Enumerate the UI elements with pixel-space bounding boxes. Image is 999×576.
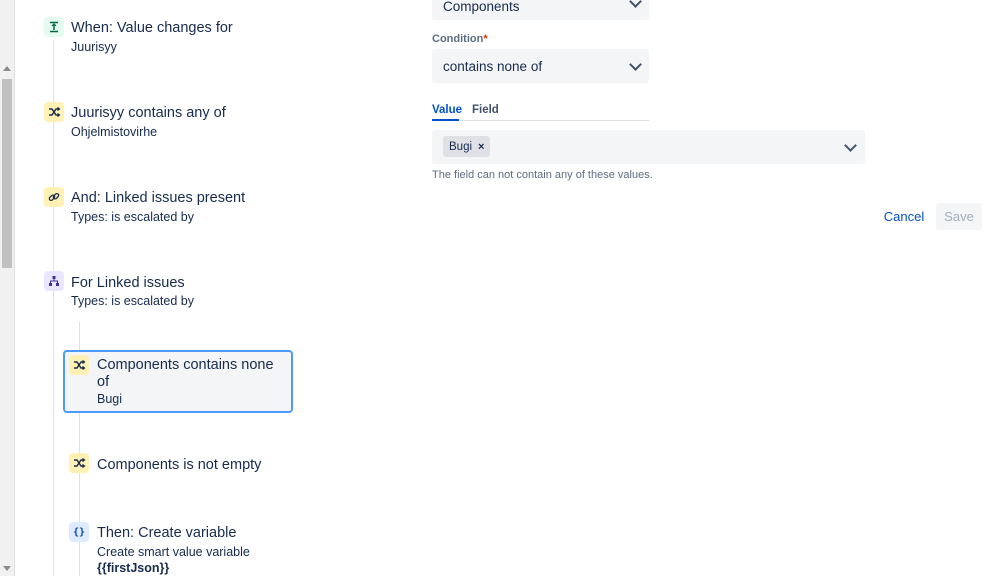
step-subtitle: Ohjelmistovirhe	[71, 125, 158, 139]
step-title-line2: of	[97, 374, 110, 390]
step-subtitle: Types: is escalated by	[71, 210, 194, 224]
step-variable-name: {{firstJson}}	[97, 561, 170, 575]
condition-select[interactable]: contains none of	[432, 49, 649, 83]
shuffle-icon	[69, 355, 89, 375]
scroll-up-arrow-icon[interactable]	[3, 66, 11, 71]
chevron-down-icon	[629, 0, 642, 8]
tag-label: Bugi	[449, 140, 473, 153]
hierarchy-icon	[44, 271, 64, 291]
step-title: Juurisyy contains any of	[71, 105, 226, 121]
save-button[interactable]: Save	[936, 203, 982, 230]
remove-tag-icon[interactable]: ×	[478, 141, 484, 153]
step-title: When: Value changes for	[71, 20, 233, 36]
step-subtitle: Types: is escalated by	[71, 294, 194, 308]
step-subtitle: Bugi	[97, 392, 123, 406]
step-title: Components is not empty	[97, 457, 262, 473]
step-subtitle: Juurisyy	[71, 40, 117, 54]
scroll-down-arrow-icon[interactable]	[3, 566, 11, 571]
shuffle-icon	[44, 102, 64, 122]
vertical-scrollbar[interactable]	[0, 0, 15, 576]
tab-value-active-indicator	[432, 119, 459, 121]
chevron-down-icon	[844, 139, 857, 152]
step-title: For Linked issues	[71, 275, 185, 291]
cancel-button[interactable]: Cancel	[880, 203, 928, 229]
field-change-icon	[44, 17, 64, 37]
chevron-down-icon	[629, 58, 642, 71]
tab-field[interactable]: Field	[472, 104, 499, 116]
step-subtitle: Create smart value variable	[97, 545, 250, 559]
field-select-value: Components	[443, 0, 520, 14]
value-multiselect[interactable]	[432, 130, 865, 164]
shuffle-icon	[69, 453, 89, 473]
field-select[interactable]: Components	[432, 0, 649, 20]
braces-icon: {}	[69, 522, 89, 542]
condition-label: Condition*	[432, 33, 488, 45]
step-title: Then: Create variable	[97, 525, 237, 541]
condition-select-value: contains none of	[443, 59, 543, 74]
tabs-underline	[432, 120, 649, 121]
step-title: And: Linked issues present	[71, 190, 246, 206]
step-title-line1: Components contains none	[97, 357, 274, 373]
link-icon	[44, 187, 64, 207]
scroll-thumb[interactable]	[2, 79, 12, 268]
helper-text: The field can not contain any of these v…	[432, 169, 653, 181]
value-tag-bugi: Bugi ×	[443, 136, 491, 157]
tab-value[interactable]: Value	[432, 104, 462, 116]
